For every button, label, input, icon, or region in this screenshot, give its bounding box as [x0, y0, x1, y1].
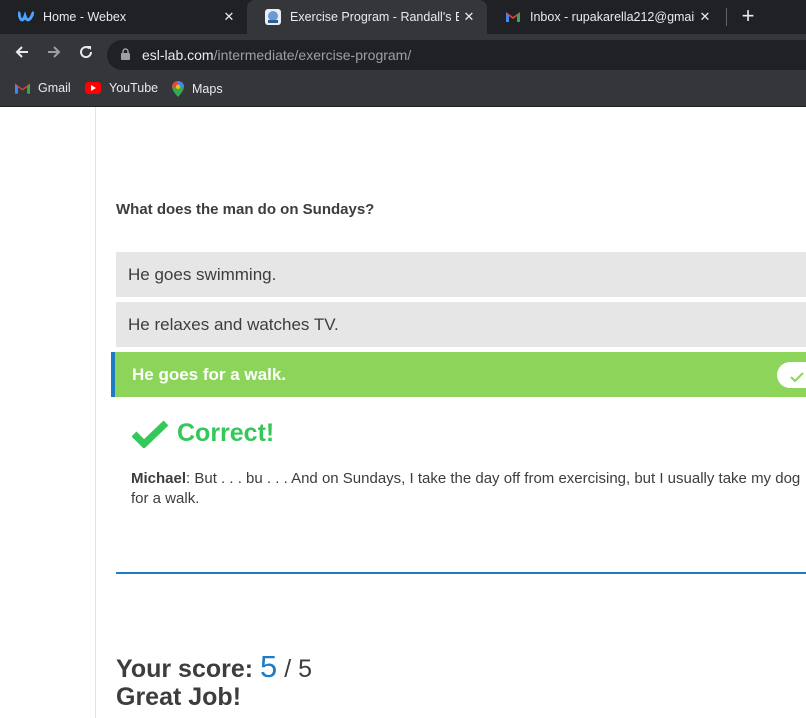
- tab-title: Exercise Program - Randall's ESL: [290, 10, 459, 24]
- address-bar[interactable]: esl-lab.com/intermediate/exercise-progra…: [107, 40, 806, 70]
- back-button[interactable]: [10, 43, 34, 65]
- close-tab-icon[interactable]: ✕: [219, 9, 239, 25]
- bookmark-label: Maps: [192, 82, 223, 96]
- maps-icon: [172, 81, 184, 97]
- quiz-question: What does the man do on Sundays?: [116, 201, 375, 218]
- answer-option[interactable]: He relaxes and watches TV.: [116, 302, 806, 347]
- webex-icon: [17, 9, 35, 25]
- bookmarks-bar: Gmail YouTube Maps: [0, 74, 806, 107]
- forward-arrow-icon: [48, 46, 61, 58]
- checkmark-icon: [790, 372, 804, 383]
- gmail-icon: [15, 83, 30, 94]
- bookmark-maps[interactable]: Maps: [172, 81, 223, 97]
- bookmark-label: YouTube: [109, 81, 159, 95]
- youtube-icon: [85, 82, 101, 94]
- lock-icon: [120, 48, 131, 66]
- answer-text: He goes for a walk.: [132, 365, 286, 384]
- transcript-excerpt: Michael: But . . . bu . . . And on Sunda…: [131, 469, 806, 509]
- url-text: esl-lab.com/intermediate/exercise-progra…: [142, 47, 411, 63]
- transcript-text: : But . . . bu . . . And on Sundays, I t…: [131, 470, 801, 507]
- gmail-icon: [505, 9, 521, 25]
- page-content: What does the man do on Sundays? He goes…: [0, 107, 806, 718]
- result-label: Correct!: [177, 419, 275, 447]
- checkmark-icon: [132, 419, 168, 448]
- close-tab-icon[interactable]: ✕: [695, 9, 715, 25]
- browser-tab-strip: Home - Webex ✕ Exercise Program - Randal…: [0, 0, 806, 34]
- score-label: Your score:: [116, 655, 254, 683]
- tab-title: Home - Webex: [43, 10, 127, 24]
- tab-title: Inbox - rupakarella212@gmail.com: [530, 10, 695, 24]
- url-host: esl-lab.com: [142, 47, 214, 63]
- close-tab-icon[interactable]: ✕: [459, 9, 479, 25]
- esl-lab-icon: [265, 9, 281, 25]
- reload-button[interactable]: [74, 43, 98, 65]
- tab-separator: [726, 8, 727, 26]
- bookmark-youtube[interactable]: YouTube: [85, 81, 158, 95]
- score-message: Great Job!: [116, 683, 242, 711]
- new-tab-button[interactable]: +: [737, 5, 759, 29]
- forward-button[interactable]: [42, 43, 66, 65]
- answer-option[interactable]: He goes swimming.: [116, 252, 806, 297]
- tab-webex[interactable]: Home - Webex ✕: [0, 0, 247, 34]
- speaker-name: Michael: [131, 470, 187, 487]
- reload-icon: [80, 46, 93, 59]
- content-left-border: [95, 107, 96, 718]
- score-line: Your score: 5 / 5: [116, 649, 313, 684]
- result-feedback: Correct!: [132, 419, 274, 448]
- url-path: /intermediate/exercise-program/: [213, 47, 412, 63]
- answer-correct-badge: [777, 362, 806, 388]
- score-total: / 5: [284, 655, 313, 683]
- section-divider: [116, 572, 806, 574]
- back-arrow-icon: [15, 46, 28, 58]
- answer-option-selected-correct[interactable]: He goes for a walk.: [111, 352, 806, 397]
- bookmark-label: Gmail: [38, 81, 71, 95]
- tab-gmail-inbox[interactable]: Inbox - rupakarella212@gmail.com ✕: [487, 0, 723, 34]
- bookmark-gmail[interactable]: Gmail: [15, 81, 71, 95]
- score-value: 5: [260, 649, 278, 684]
- tab-exercise-program[interactable]: Exercise Program - Randall's ESL ✕: [247, 0, 487, 34]
